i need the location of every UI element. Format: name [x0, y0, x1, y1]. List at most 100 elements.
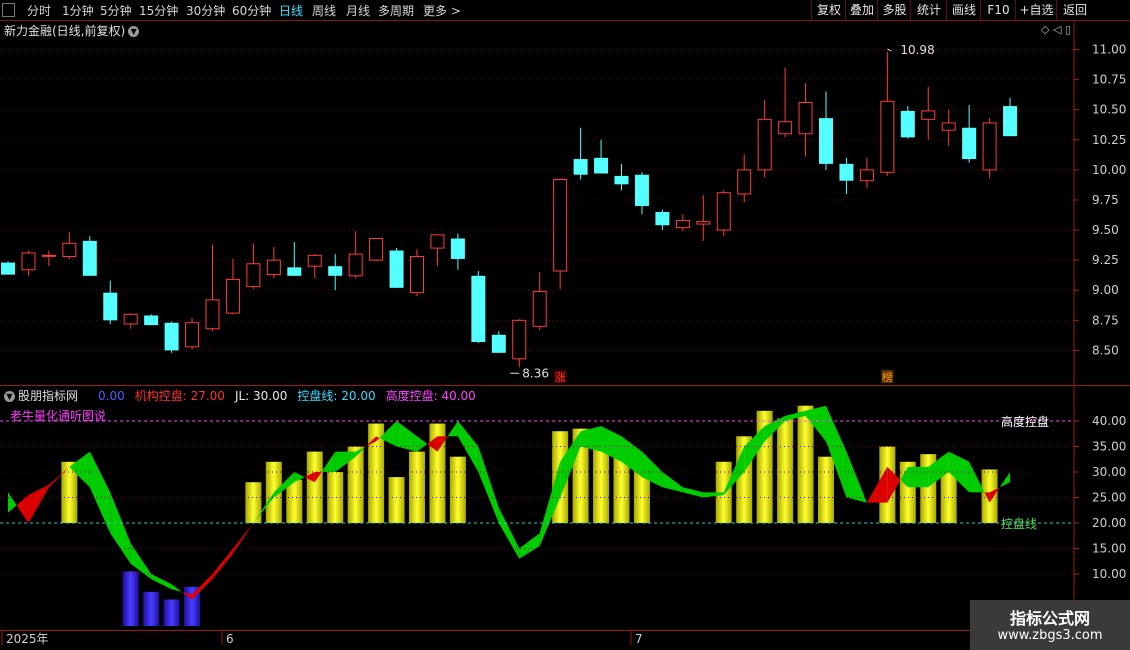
candle-body-20	[410, 256, 424, 294]
candle-18	[369, 237, 384, 262]
candle-body-33	[675, 219, 690, 229]
candle-body-15	[307, 254, 322, 267]
indicator-value-2: JL: 30.00	[234, 389, 288, 403]
period-tab-6[interactable]: 日线	[279, 2, 303, 19]
indicator-header: ▼ 股朋指标网 0.00 机构控盘: 27.00 JL: 30.00 控盘线: 20.00…	[4, 387, 488, 404]
ind-bar-24	[777, 418, 794, 523]
candle-34	[696, 195, 711, 241]
toolbar-button-3[interactable]: 统计	[910, 0, 947, 20]
candle-body-18	[369, 237, 384, 261]
toolbar-button-5[interactable]: F10	[980, 0, 1016, 20]
candle-body-32	[655, 212, 670, 226]
price-tick-label-5: 9.75	[1092, 193, 1119, 207]
candle-35	[716, 190, 731, 237]
watermark-box: 指标公式网 www.zbgs3.com	[970, 600, 1130, 650]
price-tick-label-9: 10.75	[1092, 73, 1126, 87]
candle-41	[839, 157, 854, 194]
candle-49	[1003, 97, 1018, 137]
candle-8	[164, 321, 179, 353]
ind-bar-1	[122, 571, 139, 626]
candle-25	[512, 319, 527, 368]
candle-42	[859, 157, 874, 188]
main-chart-title[interactable]: 新力金融(日线,前复权) ▼	[4, 22, 140, 39]
candle-0	[1, 261, 15, 275]
candle-21	[430, 234, 445, 267]
main-chart-controls[interactable]: ◇ ◁ ▯	[1041, 23, 1071, 36]
ind-bar-5	[245, 482, 262, 523]
candle-20	[410, 249, 424, 297]
candle-body-34	[696, 221, 711, 225]
candle-46	[941, 109, 956, 146]
indicator-value-4: 高度控盘: 40.00	[385, 389, 476, 403]
badge-label-2: 涨	[555, 371, 566, 384]
period-tab-10[interactable]: 更多 >	[423, 2, 461, 19]
indicator-subtitle: 老牛量化通听图说	[10, 409, 107, 423]
panel-toggle-icon[interactable]	[2, 3, 15, 17]
candle-body-9	[185, 322, 200, 348]
band-seg-21b	[447, 421, 458, 437]
candle-body-37	[757, 118, 772, 171]
candle-body-29	[594, 157, 609, 174]
price-tick-label-3: 9.25	[1092, 253, 1119, 267]
low-label: 8.36	[522, 366, 549, 380]
candle-7	[144, 314, 159, 326]
ind-tick-label-0: 10.00	[1092, 567, 1126, 581]
chevron-down-icon[interactable]: ▼	[128, 26, 140, 37]
ind-bar-8	[306, 451, 323, 523]
chevron-down-icon[interactable]: ▼	[4, 391, 15, 402]
period-tab-7[interactable]: 周线	[312, 2, 336, 19]
candle-37	[757, 100, 772, 178]
candle-43	[880, 51, 895, 176]
candle-26	[532, 272, 547, 330]
candle-body-48	[982, 122, 997, 171]
candle-body-5	[103, 292, 118, 321]
candle-9	[185, 317, 200, 350]
period-tab-4[interactable]: 30分钟	[186, 2, 225, 19]
period-tab-0[interactable]: 分时	[27, 2, 51, 19]
candle-body-38	[778, 121, 793, 135]
candle-body-39	[798, 101, 813, 135]
candle-29	[594, 139, 609, 174]
candle-body-26	[532, 290, 547, 327]
period-tab-9[interactable]: 多周期	[378, 2, 414, 19]
price-tick-label-10: 11.00	[1092, 43, 1126, 57]
candle-40	[819, 91, 833, 170]
period-tab-3[interactable]: 15分钟	[139, 2, 178, 19]
candle-4	[82, 236, 97, 276]
indicator-band	[8, 405, 1011, 600]
price-tick-label-8: 10.50	[1092, 103, 1126, 117]
ind-bar-15	[449, 456, 466, 523]
toolbar-button-4[interactable]: 画线	[946, 0, 981, 20]
band-seg-48b	[999, 472, 1011, 488]
toolbar-button-2[interactable]: 多股	[877, 0, 911, 20]
toolbar-button-7[interactable]: 返回	[1056, 0, 1093, 20]
candle-38	[778, 67, 793, 138]
period-tab-5[interactable]: 60分钟	[232, 2, 271, 19]
candle-36	[737, 154, 752, 203]
candle-45	[921, 86, 936, 140]
period-tab-8[interactable]: 月线	[346, 2, 370, 19]
candle-14	[287, 242, 302, 276]
candle-body-13	[266, 259, 281, 276]
band-seg-44	[907, 466, 929, 488]
candle-13	[266, 246, 281, 279]
candle-body-12	[246, 263, 261, 288]
toolbar-button-6[interactable]: +自选	[1015, 0, 1057, 20]
indicator-value-1: 机构控盘: 27.00	[134, 389, 225, 403]
toolbar-button-0[interactable]: 复权	[811, 0, 846, 20]
candle-5	[103, 280, 118, 324]
candle-body-4	[82, 240, 97, 276]
period-tab-2[interactable]: 5分钟	[100, 2, 132, 19]
band-seg-1	[28, 484, 49, 523]
date-label-0: 2025年	[6, 632, 49, 646]
ind-tick-label-4: 30.00	[1092, 465, 1126, 479]
candle-39	[798, 83, 813, 157]
candle-31	[634, 172, 649, 215]
ind-bar-13	[409, 451, 425, 523]
toolbar-button-1[interactable]: 叠加	[845, 0, 878, 20]
band-seg-41a	[846, 451, 867, 503]
period-tab-1[interactable]: 1分钟	[62, 2, 94, 19]
candle-body-45	[921, 110, 936, 120]
candle-body-46	[941, 122, 956, 131]
indicator-name[interactable]: 股朋指标网	[18, 389, 78, 403]
